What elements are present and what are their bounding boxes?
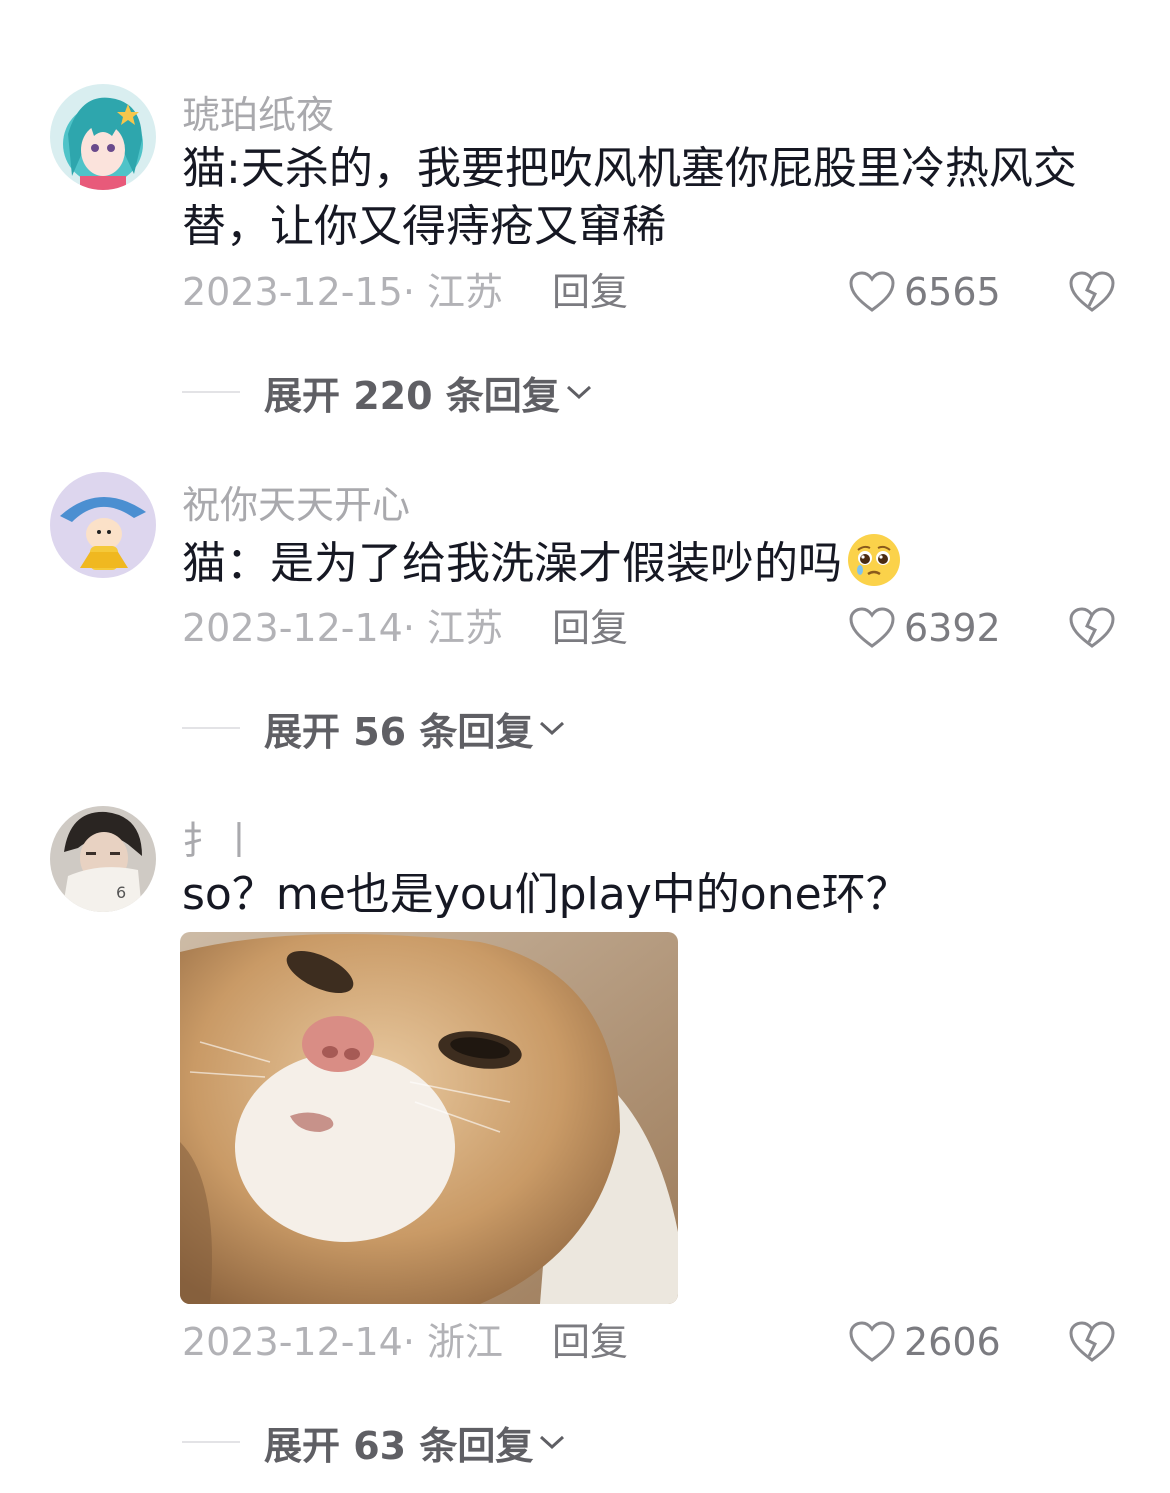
reply-button[interactable]: 回复 <box>552 268 628 316</box>
like-count: 6392 <box>904 606 1001 650</box>
broken-heart-icon <box>1069 1321 1115 1362</box>
reply-button[interactable]: 回复 <box>552 604 628 652</box>
broken-heart-icon <box>1069 271 1115 312</box>
like-button[interactable]: 2606 <box>848 1318 1001 1366</box>
date-location: 2023-12-15· 江苏 <box>182 270 503 314</box>
expand-replies-label: 展开 56 条回复 <box>264 709 534 754</box>
comment-text: so？me也是you们play中的one环？ <box>182 869 910 920</box>
chevron-down-icon <box>540 721 565 736</box>
chevron-down-icon <box>540 1435 565 1450</box>
date-location: 2023-12-14· 浙江 <box>182 1320 503 1364</box>
comment-meta: 2023-12-15· 江苏 回复 6565 <box>182 268 1142 316</box>
divider-line <box>182 1441 240 1443</box>
comment-text: 猫：是为了给我洗澡才假装吵的吗 <box>182 532 1122 593</box>
dislike-button[interactable] <box>1068 1320 1116 1364</box>
avatar[interactable] <box>50 472 156 578</box>
wet-cat-photo <box>180 932 678 1304</box>
username[interactable]: 琥珀纸夜 <box>182 84 334 139</box>
expand-replies-label: 展开 220 条回复 <box>264 373 560 418</box>
comment-meta: 2023-12-14· 浙江 回复 2606 <box>182 1318 1142 1366</box>
svg-text:6: 6 <box>116 883 126 902</box>
pleading-face-emoji <box>848 534 900 586</box>
heart-outline-icon <box>849 1321 895 1362</box>
avatar[interactable] <box>50 84 156 190</box>
date-location: 2023-12-14· 江苏 <box>182 606 503 650</box>
like-button[interactable]: 6565 <box>848 268 1001 316</box>
like-button[interactable]: 6392 <box>848 604 1001 652</box>
avatar[interactable]: 6 <box>50 806 156 912</box>
chevron-down-icon <box>566 385 591 400</box>
expand-replies-button[interactable]: 展开 63 条回复 <box>182 1418 567 1468</box>
comment-text: 猫:天杀的，我要把吹风机塞你屁股里冷热风交替，让你又得痔疮又窜稀 <box>182 143 1077 252</box>
heart-outline-icon <box>849 271 895 312</box>
divider-line <box>182 391 240 393</box>
expand-replies-label: 展开 63 条回复 <box>264 1423 534 1468</box>
dislike-button[interactable] <box>1068 606 1116 650</box>
like-count: 6565 <box>904 270 1001 314</box>
comment-image[interactable] <box>180 932 678 1304</box>
like-count: 2606 <box>904 1320 1001 1364</box>
dislike-button[interactable] <box>1068 270 1116 314</box>
expand-replies-button[interactable]: 展开 56 条回复 <box>182 704 567 754</box>
comment-text-value: 猫：是为了给我洗澡才假装吵的吗 <box>182 538 842 589</box>
username[interactable]: 祝你天天开心 <box>182 474 410 529</box>
reply-button[interactable]: 回复 <box>552 1318 628 1366</box>
broken-heart-icon <box>1069 607 1115 648</box>
comment-meta: 2023-12-14· 江苏 回复 6392 <box>182 604 1142 652</box>
heart-outline-icon <box>849 607 895 648</box>
username[interactable]: 扌丨 <box>182 810 258 865</box>
divider-line <box>182 727 240 729</box>
expand-replies-button[interactable]: 展开 220 条回复 <box>182 368 594 418</box>
